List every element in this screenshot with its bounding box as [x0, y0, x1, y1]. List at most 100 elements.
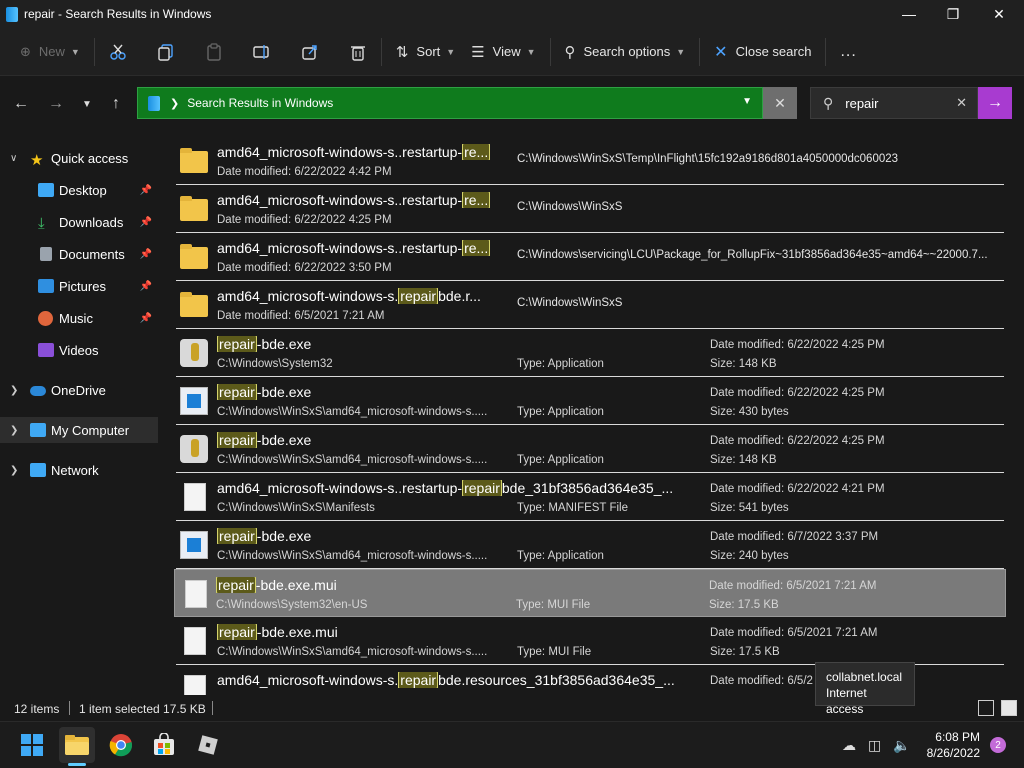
start-button[interactable] — [14, 727, 50, 763]
cut-button[interactable] — [101, 36, 135, 68]
store-bag-icon — [154, 733, 174, 755]
item-size: Size: 148 KB — [710, 358, 777, 370]
search-input[interactable] — [845, 95, 946, 111]
chevron-right-icon[interactable]: ❯ — [10, 465, 18, 476]
details-view-button[interactable] — [978, 700, 994, 716]
new-button[interactable]: ⊕ New ▼ — [12, 36, 88, 68]
clock-time[interactable]: 6:08 PM — [935, 730, 980, 744]
active-indicator — [68, 763, 86, 766]
forward-button[interactable]: → — [45, 93, 67, 115]
network-disconnected-icon[interactable]: ☁ — [842, 737, 856, 754]
view-button[interactable]: ☰ View ▼ — [463, 36, 543, 68]
address-bar[interactable]: ❯ Search Results in Windows ▼ — [137, 87, 763, 119]
nav-downloads[interactable]: ⤓ Downloads 📌 — [0, 209, 158, 235]
nav-documents[interactable]: Documents 📌 — [0, 241, 158, 267]
nav-onedrive[interactable]: ❯ OneDrive — [0, 377, 158, 403]
share-button[interactable] — [293, 36, 327, 68]
separator — [93, 37, 95, 66]
clear-address-button[interactable]: ✕ — [763, 87, 797, 119]
chevron-down-icon[interactable]: ▼ — [742, 96, 752, 107]
address-row: ← → ▼ ↑ ❯ Search Results in Windows ▼ ✕ … — [0, 77, 1024, 133]
list-item[interactable]: repair -bde.exe C:\Windows\WinSxS\amd64_m… — [176, 425, 1004, 473]
window-title: repair - Search Results in Windows — [24, 7, 212, 21]
item-size: Size: 240 bytes — [710, 550, 789, 562]
store-taskbar-button[interactable] — [146, 727, 182, 763]
nav-music[interactable]: Music 📌 — [0, 305, 158, 331]
list-item-selected[interactable]: repair -bde.exe.mui C:\Windows\System32\e… — [174, 569, 1006, 617]
file-icon — [185, 580, 207, 608]
chevron-right-icon: ❯ — [170, 97, 180, 110]
up-button[interactable]: ↑ — [105, 93, 127, 115]
chevron-down-icon[interactable]: ∨ — [10, 153, 17, 164]
clear-search-icon[interactable]: ✕ — [956, 95, 967, 111]
close-window-button[interactable]: ✕ — [976, 0, 1022, 28]
sort-button[interactable]: ⇅ Sort ▼ — [388, 36, 463, 68]
recent-locations-button[interactable]: ▼ — [76, 93, 98, 115]
volume-icon[interactable]: 🔈 — [893, 737, 910, 754]
chevron-down-icon: ▼ — [446, 46, 456, 57]
taskbar: ☁ ◫ 🔈 6:08 PM 8/26/2022 2 — [0, 721, 1024, 768]
nav-pictures[interactable]: Pictures 📌 — [0, 273, 158, 299]
large-icons-view-button[interactable] — [1001, 700, 1017, 716]
list-item[interactable]: amd64_microsoft-windows-s..restartup-re.… — [176, 137, 1004, 185]
list-item[interactable]: repair -bde.exe C:\Windows\WinSxS\amd64_m… — [176, 377, 1004, 425]
item-name: amd64_microsoft-windows-s..restartup-rep… — [217, 480, 674, 496]
nav-desktop[interactable]: Desktop 📌 — [0, 177, 158, 203]
list-item[interactable]: amd64_microsoft-windows-s..restartup-re.… — [176, 233, 1004, 281]
item-date: Date modified: 6/22/2022 4:25 PM — [710, 435, 885, 447]
file-explorer-taskbar-button[interactable] — [59, 727, 95, 763]
maximize-button[interactable]: ❐ — [930, 0, 976, 28]
search-icon: ⚲ — [823, 94, 834, 111]
more-options-button[interactable]: ... — [832, 36, 864, 68]
explorer-app-icon — [6, 6, 18, 22]
item-location: C:\Windows\WinSxS\Manifests — [217, 502, 375, 514]
nav-network[interactable]: ❯ Network — [0, 457, 158, 483]
back-button[interactable]: ← — [10, 93, 32, 115]
item-name: repair -bde.exe — [217, 384, 312, 400]
list-item[interactable]: repair -bde.exe C:\Windows\System32 Type:… — [176, 329, 1004, 377]
list-item[interactable]: repair -bde.exe.mui C:\Windows\WinSxS\amd… — [176, 617, 1004, 665]
roblox-taskbar-button[interactable] — [190, 727, 226, 763]
close-search-button[interactable]: ✕ Close search — [706, 36, 819, 68]
chrome-taskbar-button[interactable] — [103, 727, 139, 763]
list-item[interactable]: amd64_microsoft-windows-s..restartup-rep… — [176, 473, 1004, 521]
item-path: C:\Windows\WinSxS — [517, 201, 623, 213]
separator — [699, 37, 701, 66]
close-icon: ✕ — [714, 43, 728, 61]
search-go-button[interactable]: → — [978, 87, 1012, 119]
item-type: Type: MANIFEST File — [517, 502, 628, 514]
nav-videos[interactable]: Videos — [0, 337, 158, 363]
nav-label: My Computer — [51, 422, 130, 438]
search-results-icon — [148, 95, 160, 111]
chevron-right-icon[interactable]: ❯ — [10, 385, 18, 396]
pin-icon: 📌 — [139, 248, 152, 260]
minimize-button[interactable]: — — [886, 0, 932, 28]
chevron-right-icon[interactable]: ❯ — [10, 425, 18, 436]
search-box[interactable]: ⚲ ✕ — [810, 87, 978, 119]
item-name: amd64_microsoft-windows-s..restartup-re.… — [217, 144, 491, 160]
item-type: Type: Application — [517, 406, 604, 418]
desktop-icon — [38, 183, 54, 197]
item-name: amd64_microsoft-windows-s. repair bde.reso… — [217, 672, 675, 688]
rename-button[interactable] — [245, 36, 279, 68]
clock-date[interactable]: 8/26/2022 — [927, 746, 980, 760]
arrow-right-icon: → — [48, 95, 64, 112]
item-date: Date modified: 6/7/2022 3:37 PM — [710, 531, 879, 543]
notification-badge[interactable]: 2 — [990, 737, 1006, 753]
search-options-button[interactable]: ⚲ Search options ▼ — [557, 36, 694, 68]
network-icon[interactable]: ◫ — [868, 737, 881, 754]
copy-button[interactable] — [149, 36, 183, 68]
file-list: amd64_microsoft-windows-s..restartup-re.… — [170, 133, 1008, 695]
nav-my-computer[interactable]: ❯ My Computer — [0, 417, 158, 443]
list-item[interactable]: amd64_microsoft-windows-s..restartup-re.… — [176, 185, 1004, 233]
nav-label: Music — [59, 310, 93, 326]
delete-button[interactable] — [341, 36, 375, 68]
list-item[interactable]: amd64_microsoft-windows-s. repair bde.r...… — [176, 281, 1004, 329]
nav-label: OneDrive — [51, 382, 106, 398]
sort-label: Sort — [416, 44, 441, 59]
application-icon — [180, 339, 208, 367]
roblox-icon — [198, 735, 218, 755]
paste-button[interactable] — [197, 36, 231, 68]
list-item[interactable]: repair -bde.exe C:\Windows\WinSxS\amd64_m… — [176, 521, 1004, 569]
nav-quick-access[interactable]: ∨ ★ Quick access — [0, 145, 158, 171]
